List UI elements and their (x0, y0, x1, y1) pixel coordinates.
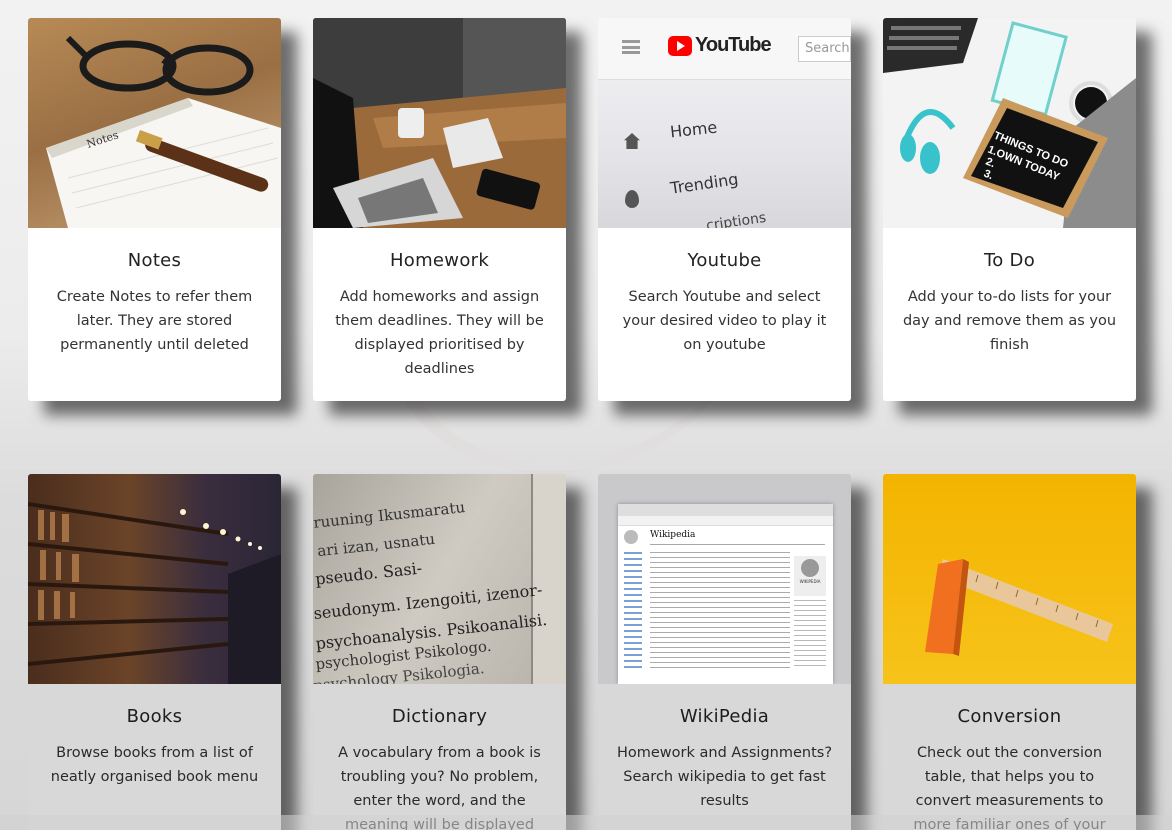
youtube-brand: YouTube (695, 34, 772, 56)
youtube-image: YouTube Search Home Trending criptions (598, 18, 851, 228)
card-title: Books (126, 706, 183, 727)
youtube-menu-trending: Trending (669, 169, 740, 198)
card-notes[interactable]: Notes Notes Create Notes to refer them l… (28, 18, 281, 401)
todo-image: THINGS TO DO 1.OWN TODAY 2. 3. (883, 18, 1136, 228)
wikipedia-image: Wikipedia WIKIPEDIA (598, 474, 851, 684)
dictionary-word-2: ari izan, usnatu (316, 529, 436, 561)
card-title: Homework (389, 250, 490, 271)
card-homework[interactable]: Homework Add homeworks and assign them d… (313, 18, 566, 401)
bottom-overlay (0, 815, 1172, 830)
conversion-image (883, 474, 1136, 684)
card-title: To Do (983, 250, 1036, 271)
card-title: Conversion (957, 706, 1062, 727)
wiki-article-heading: Wikipedia (650, 530, 696, 540)
home-icon (624, 133, 640, 149)
homework-image (313, 18, 566, 228)
youtube-menu-home: Home (669, 117, 719, 142)
youtube-search-box: Search (798, 36, 851, 62)
card-description: Homework and Assignments? Search wikiped… (616, 745, 833, 809)
youtube-logo-icon (668, 36, 692, 56)
card-title: WikiPedia (679, 706, 770, 727)
trending-icon (625, 190, 639, 208)
youtube-search-label: Search (805, 41, 850, 56)
card-title: Youtube (687, 250, 762, 271)
dictionary-word-3: pseudo. Sasi- (314, 558, 423, 589)
card-conversion[interactable]: Conversion Check out the conversion tabl… (883, 474, 1136, 830)
card-youtube[interactable]: YouTube Search Home Trending criptions Y… (598, 18, 851, 401)
card-title: Dictionary (391, 706, 488, 727)
card-dictionary[interactable]: ruuning Ikusmaratu ari izan, usnatu pseu… (313, 474, 566, 830)
wikipedia-globe-icon (624, 530, 638, 544)
youtube-menu-subscriptions: criptions (705, 209, 768, 228)
card-todo[interactable]: THINGS TO DO 1.OWN TODAY 2. 3. To Do Add… (883, 18, 1136, 401)
dictionary-image: ruuning Ikusmaratu ari izan, usnatu pseu… (313, 474, 566, 684)
wiki-logo-text: WIKIPEDIA (799, 579, 821, 584)
card-books[interactable]: Books Browse books from a list of neatly… (28, 474, 281, 830)
books-image (28, 474, 281, 684)
dictionary-word-1: ruuning Ikusmaratu (313, 498, 466, 532)
card-wikipedia[interactable]: Wikipedia WIKIPEDIA WikiPedia Homework a… (598, 474, 851, 830)
card-description: Browse books from a list of neatly organ… (50, 745, 259, 785)
notes-image: Notes (28, 18, 281, 228)
card-description: Search Youtube and select your desired v… (622, 289, 827, 353)
card-description: Create Notes to refer them later. They a… (56, 289, 253, 353)
card-description: Add your to-do lists for your day and re… (902, 289, 1117, 353)
card-title: Notes (127, 250, 182, 271)
menu-icon (622, 40, 640, 54)
card-description: Add homeworks and assign them deadlines.… (335, 289, 544, 377)
feature-card-grid: Notes Notes Create Notes to refer them l… (0, 0, 1172, 830)
